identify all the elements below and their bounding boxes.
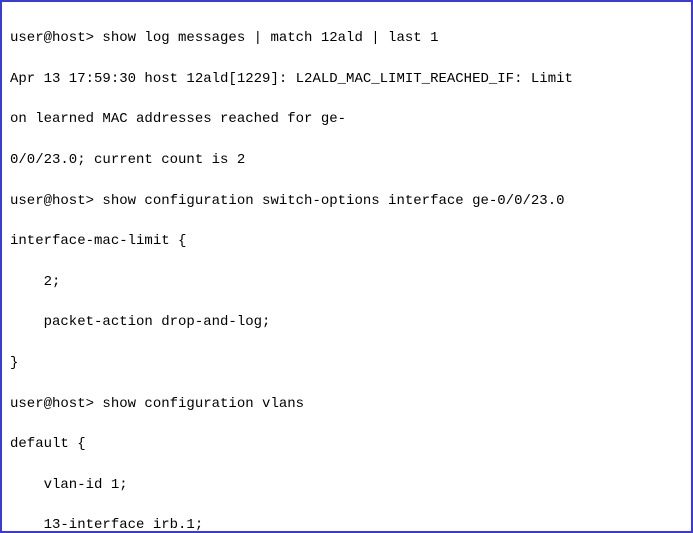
terminal-line: user@host> show configuration switch-opt… [10, 191, 683, 211]
terminal-line: 13-interface irb.1; [10, 515, 683, 533]
terminal-line: user@host> show configuration vlans [10, 394, 683, 414]
terminal-line: packet-action drop-and-log; [10, 312, 683, 332]
terminal-line: Apr 13 17:59:30 host 12ald[1229]: L2ALD_… [10, 69, 683, 89]
terminal-line: 2; [10, 272, 683, 292]
terminal-line: on learned MAC addresses reached for ge- [10, 109, 683, 129]
terminal-line: 0/0/23.0; current count is 2 [10, 150, 683, 170]
terminal-line: user@host> show log messages | match 12a… [10, 28, 683, 48]
terminal-line: vlan-id 1; [10, 475, 683, 495]
terminal-line: interface-mac-limit { [10, 231, 683, 251]
terminal-line: } [10, 353, 683, 373]
terminal-line: default { [10, 434, 683, 454]
terminal-window: user@host> show log messages | match 12a… [0, 0, 693, 533]
